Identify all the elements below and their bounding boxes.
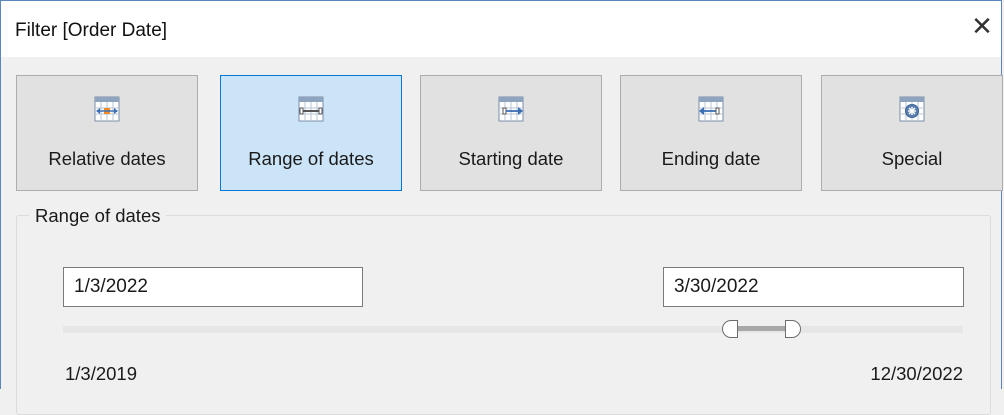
start-date-input[interactable]: 1/3/2022 (63, 267, 363, 307)
special-button[interactable]: Special (821, 75, 1003, 191)
range-of-dates-button[interactable]: Range of dates (220, 75, 402, 191)
date-range-selected-segment[interactable] (733, 326, 791, 331)
ending-date-label: Ending date (661, 148, 761, 169)
filter-type-bar: Relative dates Range of dates Starting d… (1, 57, 1003, 205)
relative-dates-button[interactable]: Relative dates (16, 75, 198, 191)
window-title: Filter [Order Date] (15, 20, 168, 41)
close-icon[interactable]: ✕ (969, 13, 995, 39)
starting-date-button[interactable]: Starting date (420, 75, 602, 191)
starting-date-label: Starting date (458, 148, 564, 169)
filter-dialog: Filter [Order Date] ✕ Relative dates Ran… (0, 0, 1003, 415)
range-of-dates-group (16, 215, 991, 415)
special-icon (899, 96, 925, 122)
title-bar: Filter [Order Date] ✕ (1, 1, 1001, 57)
range-of-dates-label: Range of dates (248, 148, 374, 169)
end-date-input[interactable]: 3/30/2022 (663, 267, 964, 307)
date-range-slider-track[interactable] (63, 326, 963, 333)
range-group-label: Range of dates (29, 205, 167, 227)
relative-dates-label: Relative dates (48, 148, 166, 169)
range-of-dates-icon (298, 96, 324, 122)
ending-date-icon (698, 96, 724, 122)
starting-date-icon (498, 96, 524, 122)
slider-min-label: 1/3/2019 (65, 363, 138, 384)
slider-start-handle[interactable] (722, 320, 738, 338)
relative-dates-icon (94, 96, 120, 122)
special-label: Special (881, 148, 943, 169)
slider-max-label: 12/30/2022 (870, 363, 963, 384)
ending-date-button[interactable]: Ending date (620, 75, 802, 191)
